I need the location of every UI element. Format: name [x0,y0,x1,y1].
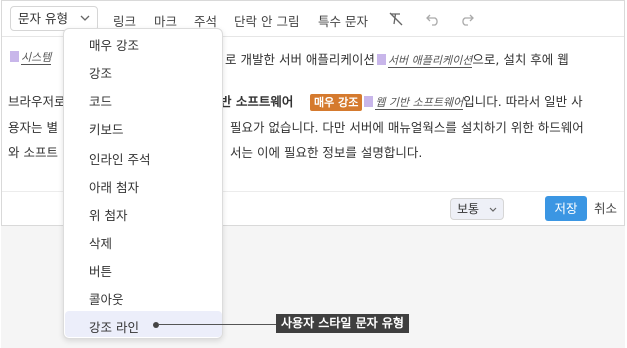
cancel-button[interactable]: 취소 [594,196,617,221]
highlight-chip: 매우 강조 [310,94,363,111]
callout-dot [153,322,159,328]
clear-format-icon[interactable] [388,11,404,27]
redo-icon[interactable] [459,11,475,27]
inline-annotation: 웹 기반 소프트웨어 [375,96,464,110]
content-line-2: 브라우저로 반 소프트웨어 매우 강조 웹 기반 소프트웨어입니다. 따라서 일반… [8,91,583,111]
content-text: 매우 강조 웹 기반 소프트웨어입니다. 따라서 일반 사 [310,91,583,111]
callout-line [159,324,276,325]
dropdown-item[interactable]: 삭제 [89,233,112,252]
text-style-dropdown: 매우 강조 강조 코드 키보드 인라인 주석 아래 첨자 위 첨자 삭제 버튼 … [63,28,223,339]
comment-marker-icon [376,54,386,65]
dropdown-item[interactable]: 매우 강조 [89,35,139,54]
chevron-down-icon [80,15,90,21]
font-size-select[interactable]: 보통 [450,198,504,220]
content-line-3: 용자는 별 필요가 없습니다. 다만 서버에 매뉴얼웍스를 설치하기 위한 하드… [8,120,584,135]
comment-marker-icon [364,96,374,107]
dropdown-item[interactable]: 콜아웃 [89,289,124,308]
content-text: 로 개발한 서버 애플리케이션 서버 애플리케이션으로, 설치 후에 웹 [225,52,569,68]
dropdown-item[interactable]: 버튼 [89,261,112,280]
content-line-4: 와 소프트 서는 이에 필요한 정보를 설명합니다. [8,145,423,160]
dropdown-item[interactable]: 강조 [89,63,112,82]
save-button[interactable]: 저장 [545,196,587,221]
content-line-1: 시스템 로 개발한 서버 애플리케이션 서버 애플리케이션으로, 설치 후에 웹 [8,49,569,68]
special-char-button[interactable]: 특수 문자 [318,11,368,30]
dropdown-item[interactable]: 코드 [89,91,112,110]
dropdown-item[interactable]: 키보드 [89,119,124,138]
bold-text: 반 소프트웨어 [220,94,294,109]
dropdown-item[interactable]: 아래 첨자 [89,177,139,196]
inline-annotation: 시스템 [21,51,52,65]
dropdown-item[interactable]: 위 첨자 [89,205,127,224]
inline-annotation: 서버 애플리케이션 [387,54,473,68]
comment-marker-icon [10,51,19,62]
dropdown-item-selected[interactable]: 강조 라인 [89,317,139,336]
dropdown-item[interactable]: 인라인 주석 [89,149,150,168]
callout-label: 사용자 스타일 문자 유형 [276,314,409,333]
font-size-label: 보통 [457,202,480,216]
paragraph-image-button[interactable]: 단락 안 그림 [234,11,299,30]
text-style-select-label: 문자 유형 [18,11,68,26]
undo-icon[interactable] [425,11,441,27]
chevron-down-icon [489,207,497,212]
